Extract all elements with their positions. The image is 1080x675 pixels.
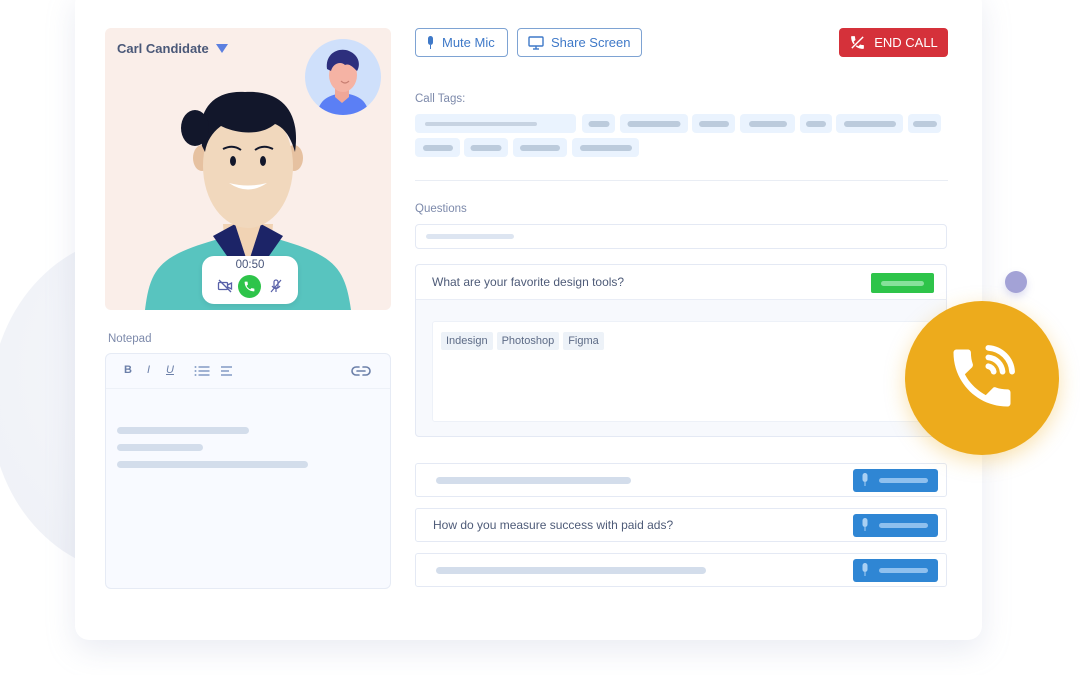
question-text: How do you measure success with paid ads… [433,518,674,532]
answer-chip[interactable]: Indesign [441,332,493,350]
note-text-placeholder [117,427,249,434]
italic-button[interactable]: I [147,364,150,376]
call-tag[interactable] [692,114,735,133]
questions-label: Questions [415,203,467,215]
camera-off-icon[interactable] [217,278,233,294]
notepad-label: Notepad [108,333,152,345]
note-text-placeholder [117,444,203,451]
question-row[interactable]: How do you measure success with paid ads… [415,508,947,542]
question-row[interactable] [415,463,947,497]
question-header[interactable]: What are your favorite design tools? [416,265,946,300]
link-icon[interactable] [351,365,371,377]
mic-icon [862,473,868,486]
mic-icon [428,35,433,49]
phone-ringing-icon [953,345,1015,407]
call-status-button[interactable] [238,275,261,298]
mic-icon [862,518,868,531]
answer-input[interactable]: Indesign Photoshop Figma [432,321,930,422]
call-tag[interactable] [415,138,460,157]
mic-off-icon[interactable] [268,278,284,294]
mic-icon [862,563,868,576]
align-left-icon[interactable] [221,365,233,377]
monitor-icon [528,35,544,50]
phone-hangup-icon [851,35,865,50]
answer-chip[interactable]: Photoshop [496,332,560,350]
bold-button[interactable]: B [124,364,132,376]
caret-down-icon [215,44,228,53]
note-text-placeholder [117,461,308,468]
call-tag[interactable] [513,138,567,157]
call-tag[interactable] [582,114,615,133]
answer-chip[interactable]: Figma [563,332,604,350]
question-card-expanded: What are your favorite design tools? Ind… [415,264,947,437]
stage: Carl Candidate 00:50 Notepad B I U Mute … [0,0,1080,675]
record-answer-button[interactable] [853,559,938,582]
share-screen-label: Share Screen [551,35,631,50]
call-controls: 00:50 [202,256,298,304]
call-tag[interactable] [908,114,941,133]
call-tag[interactable] [620,114,688,133]
underline-button[interactable]: U [166,364,174,376]
question-status-button[interactable] [871,273,934,293]
decorative-dot [1005,271,1027,293]
question-placeholder [436,477,631,484]
call-tag[interactable] [464,138,508,157]
record-answer-button[interactable] [853,514,938,537]
call-tag[interactable] [800,114,832,133]
call-tags-label: Call Tags: [415,93,466,105]
question-placeholder [436,567,706,574]
candidate-name: Carl Candidate [117,41,209,56]
bullet-list-icon[interactable] [194,365,210,377]
notepad-toolbar: B I U [106,354,390,389]
end-call-button[interactable]: END CALL [839,28,948,57]
notepad-editor[interactable]: B I U [105,353,391,589]
call-tags-input[interactable] [415,114,576,133]
candidate-video: Carl Candidate 00:50 [105,28,391,310]
incoming-call-button[interactable] [905,301,1059,455]
record-answer-button[interactable] [853,469,938,492]
call-tag[interactable] [572,138,639,157]
call-tag[interactable] [836,114,903,133]
call-tag[interactable] [740,114,795,133]
phone-icon [244,281,255,292]
candidate-name-dropdown[interactable]: Carl Candidate [117,41,228,56]
end-call-label: END CALL [874,35,938,50]
share-screen-button[interactable]: Share Screen [517,28,642,57]
mute-mic-button[interactable]: Mute Mic [415,28,508,57]
section-divider [415,180,948,181]
call-timer: 00:50 [235,259,265,271]
question-row[interactable] [415,553,947,587]
mute-mic-label: Mute Mic [442,35,495,50]
self-view-avatar [305,39,381,115]
question-search-input[interactable] [415,224,947,249]
question-text: What are your favorite design tools? [432,275,625,289]
